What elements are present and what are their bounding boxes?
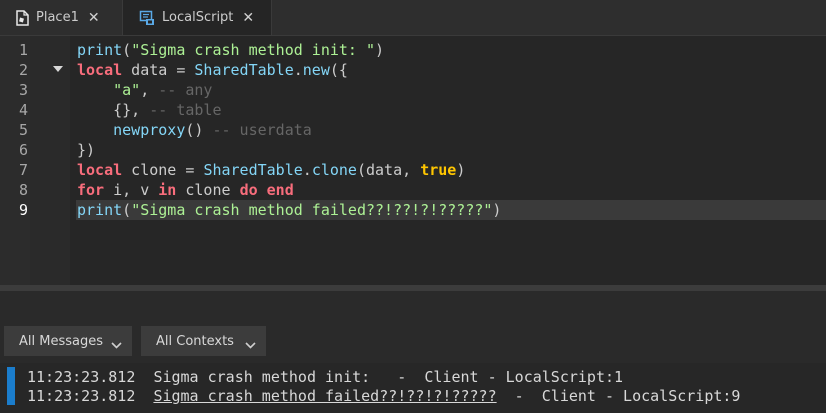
studio-window: Place1 ✕ LocalScript ✕ 1 2 3 4 5 6 7 8 9… [0, 0, 826, 413]
message-text-link[interactable]: Sigma crash method failed??!??!?!????? [153, 387, 496, 405]
code-token: . [293, 61, 303, 79]
code-token: (data, [356, 161, 421, 179]
code-token: clone = [122, 161, 204, 179]
code-token: ( [122, 201, 132, 219]
line-number: 5 [18, 121, 28, 139]
tab-place1[interactable]: Place1 ✕ [0, 0, 118, 35]
code-token: -- any [158, 81, 213, 99]
place-file-icon [16, 9, 29, 26]
line-number: 7 [18, 161, 28, 179]
line-number: 1 [18, 41, 28, 59]
code-token: }) [77, 141, 96, 159]
tab-localscript[interactable]: LocalScript ✕ [122, 0, 272, 35]
code-token: newproxy [113, 121, 186, 139]
message-text: Sigma crash method init: [153, 368, 371, 386]
code-token: ( [122, 41, 132, 59]
code-token: clone [176, 181, 240, 199]
code-token: print [77, 41, 123, 59]
script-editor[interactable]: 1 2 3 4 5 6 7 8 9 print("Sigma crash met… [0, 36, 826, 285]
code-token: end [266, 181, 294, 199]
code-token: local [77, 61, 123, 79]
output-message[interactable]: 11:23:23.812 Sigma crash method failed??… [27, 386, 740, 406]
code-line[interactable]: newproxy() -- userdata [77, 120, 826, 140]
code-token: , [140, 81, 159, 99]
code-token: ({ [329, 61, 348, 79]
output-group-marker [7, 367, 15, 405]
tab-label: LocalScript [162, 10, 234, 25]
dropdown-label: All Contexts [156, 333, 234, 349]
code-line[interactable]: print("Sigma crash method init: ") [77, 40, 826, 60]
tab-label: Place1 [36, 10, 79, 25]
code-token: print [77, 201, 123, 219]
output-message[interactable]: 11:23:23.812 Sigma crash method init: - … [27, 367, 623, 387]
code-token: . [302, 161, 312, 179]
line-number: 8 [18, 181, 28, 199]
context-filter-dropdown[interactable]: All Contexts [141, 326, 266, 356]
code-line[interactable]: local clone = SharedTable.clone(data, tr… [77, 160, 826, 180]
line-number-current: 9 [18, 201, 28, 219]
tab-bar: Place1 ✕ LocalScript ✕ [0, 0, 826, 36]
chevron-down-icon [245, 338, 256, 353]
code-token: in [158, 181, 177, 199]
output-log[interactable]: 11:23:23.812 Sigma crash method init: - … [0, 363, 826, 413]
code-line[interactable]: local data = SharedTable.new({ [77, 60, 826, 80]
line-number: 6 [18, 141, 28, 159]
code-token: ) [456, 161, 466, 179]
dropdown-label: All Messages [19, 333, 103, 349]
code-token: "Sigma crash method init: " [131, 41, 376, 59]
code-area[interactable]: print("Sigma crash method init: ") local … [76, 40, 826, 220]
code-token: -- userdata [212, 121, 312, 139]
message-filter-dropdown[interactable]: All Messages [4, 326, 132, 356]
code-line[interactable]: print("Sigma crash method failed??!??!?!… [76, 200, 826, 220]
line-number: 4 [18, 101, 28, 119]
close-icon[interactable]: ✕ [88, 10, 100, 26]
code-token: SharedTable [203, 161, 303, 179]
output-filter-bar: All Messages All Contexts [0, 323, 826, 357]
code-token: ) [375, 41, 385, 59]
code-token: data = [122, 61, 195, 79]
code-token: i, v [104, 181, 159, 199]
code-token: for [77, 181, 105, 199]
code-line[interactable]: "a", -- any [77, 80, 826, 100]
code-token: "Sigma crash method failed??!??!?!?????" [131, 201, 493, 219]
chevron-down-icon [111, 338, 122, 353]
line-number: 3 [18, 81, 28, 99]
fold-arrow-icon[interactable] [53, 66, 63, 72]
close-icon[interactable]: ✕ [242, 10, 254, 26]
code-token: true [420, 161, 457, 179]
line-number-gutter: 1 2 3 4 5 6 7 8 9 [0, 36, 70, 285]
code-line[interactable]: for i, v in clone do end [77, 180, 826, 200]
message-time: 11:23:23.812 [27, 387, 136, 405]
code-token: do [239, 181, 258, 199]
code-line[interactable]: }) [77, 140, 826, 160]
code-token: ) [492, 201, 502, 219]
message-separator: - [370, 368, 425, 386]
message-context: Client - LocalScript:9 [541, 387, 741, 405]
output-panel: All Messages All Contexts 11:23:23.812 S… [0, 291, 826, 413]
code-token: "a" [113, 81, 141, 99]
line-number: 2 [18, 61, 28, 79]
code-token: -- table [149, 101, 222, 119]
code-token: () [185, 121, 213, 139]
fold-margin [30, 36, 70, 285]
code-token: new [302, 61, 330, 79]
message-time: 11:23:23.812 [27, 368, 136, 386]
code-token: SharedTable [194, 61, 294, 79]
code-line[interactable]: {}, -- table [77, 100, 826, 120]
local-script-icon [139, 10, 155, 26]
code-token: {}, [77, 101, 150, 119]
code-token: local [77, 161, 123, 179]
code-token: clone [311, 161, 357, 179]
message-separator: - [496, 387, 542, 405]
message-context: Client - LocalScript:1 [424, 368, 624, 386]
